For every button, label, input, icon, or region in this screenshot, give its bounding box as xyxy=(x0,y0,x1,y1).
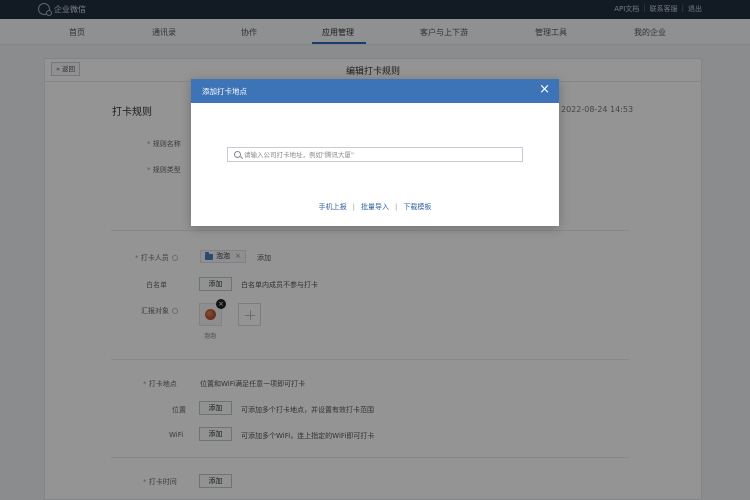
separator: | xyxy=(395,203,398,211)
close-icon[interactable]: × xyxy=(539,83,550,97)
dialog-title: 添加打卡地点 xyxy=(202,87,247,96)
download-template-link[interactable]: 下载模板 xyxy=(403,203,431,211)
batch-import-link[interactable]: 批量导入 xyxy=(361,203,389,211)
modal-overlay[interactable] xyxy=(0,0,750,500)
search-icon xyxy=(234,151,241,158)
add-location-dialog: 添加打卡地点 × 手机上报 | 批量导入 | 下载模板 xyxy=(191,79,559,226)
mobile-report-link[interactable]: 手机上报 xyxy=(319,203,347,211)
address-search-input[interactable] xyxy=(244,149,518,160)
dialog-actions: 手机上报 | 批量导入 | 下载模板 xyxy=(191,202,559,212)
dialog-header: 添加打卡地点 × xyxy=(191,79,559,103)
address-search-box[interactable] xyxy=(227,147,523,162)
separator: | xyxy=(352,203,355,211)
